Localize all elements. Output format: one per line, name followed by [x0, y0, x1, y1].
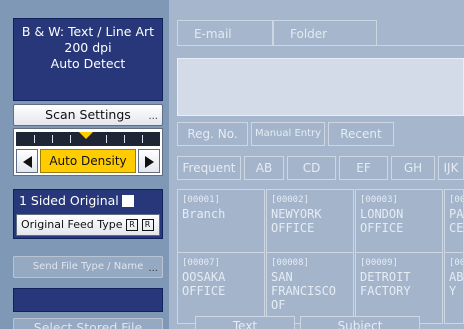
- scan-status-box: B & W: Text / Line Art 200 dpi Auto Dete…: [13, 18, 163, 101]
- more-icon: ...: [148, 263, 158, 274]
- destination-field[interactable]: [177, 58, 464, 116]
- tab-email[interactable]: E-mail: [177, 20, 273, 46]
- left-settings-column: B & W: Text / Line Art 200 dpi Auto Dete…: [0, 0, 170, 329]
- destination-number: [00007]: [182, 258, 220, 268]
- destination-tile[interactable]: [00002] NEWYORK OFFICE: [266, 189, 354, 261]
- destination-number: [00008]: [271, 258, 309, 268]
- density-marker-icon: [79, 132, 93, 139]
- one-sided-label: 1 Sided Original: [19, 193, 119, 208]
- destination-tile[interactable]: [00009] DETROIT FACTORY: [355, 252, 443, 324]
- destination-number: [00002]: [271, 195, 309, 205]
- index-tab-frequent[interactable]: Frequent: [177, 156, 241, 180]
- original-panel: 1 Sided Original Original Feed Type R R: [13, 189, 163, 239]
- density-lighter-button[interactable]: [16, 149, 38, 173]
- density-darker-button[interactable]: [138, 149, 160, 173]
- status-color-mode: B & W: Text / Line Art: [21, 24, 155, 39]
- destination-name: NEWYORK OFFICE: [271, 207, 322, 235]
- scan-settings-button[interactable]: Scan Settings ...: [13, 104, 163, 126]
- destination-number: [00001]: [182, 195, 220, 205]
- destination-tile[interactable]: [00004] PARIS CE: [444, 189, 464, 261]
- destination-name: Branch: [182, 207, 226, 221]
- index-tab-gh[interactable]: GH: [391, 156, 435, 180]
- destination-number: [000: [449, 258, 463, 268]
- one-sided-original-button[interactable]: 1 Sided Original: [14, 190, 164, 212]
- destination-name: DETROIT FACTORY: [360, 270, 411, 298]
- destination-tile[interactable]: [000 AB Y: [444, 252, 464, 324]
- destination-tile[interactable]: [00001] Branch: [177, 189, 265, 261]
- density-panel: Auto Density: [13, 128, 163, 176]
- send-file-type-button[interactable]: Send File Type / Name ...: [13, 256, 163, 278]
- text-button[interactable]: Text: [195, 316, 295, 329]
- destination-tile[interactable]: [00007] OOSAKA OFFICE: [177, 252, 265, 324]
- tab-divider: [177, 45, 464, 46]
- destination-number: [00009]: [360, 258, 398, 268]
- message-bar: [13, 288, 163, 312]
- more-icon: ...: [148, 111, 158, 122]
- index-tab-ijk[interactable]: IJK: [438, 156, 464, 180]
- manual-entry-button[interactable]: Manual Entry: [251, 122, 325, 146]
- scan-settings-label: Scan Settings: [45, 107, 131, 122]
- index-tab-cd[interactable]: CD: [287, 156, 336, 180]
- destination-number: [00003]: [360, 195, 398, 205]
- tab-folder[interactable]: Folder: [273, 20, 377, 46]
- density-scale[interactable]: [16, 132, 160, 146]
- select-stored-file-button[interactable]: Select Stored File: [13, 318, 163, 329]
- destination-tile[interactable]: [00008] SAN FRANCISCO OF: [266, 252, 354, 324]
- destination-name: AB Y: [449, 270, 464, 298]
- destination-name: SAN FRANCISCO OF: [271, 270, 337, 312]
- orientation-r-rotated-icon: R: [141, 219, 154, 231]
- subject-button[interactable]: Subject: [300, 316, 420, 329]
- reg-no-button[interactable]: Reg. No.: [177, 122, 248, 146]
- destination-name: OOSAKA OFFICE: [182, 270, 226, 298]
- index-tab-ab[interactable]: AB: [244, 156, 284, 180]
- status-resolution: 200 dpi: [64, 40, 112, 55]
- status-size: Auto Detect: [50, 56, 126, 71]
- select-stored-file-label: Select Stored File: [33, 320, 143, 329]
- index-tab-ef[interactable]: EF: [339, 156, 388, 180]
- destination-tile[interactable]: [00003] LONDON OFFICE: [355, 189, 443, 261]
- original-orientation-icon: [122, 195, 134, 207]
- send-file-type-label: Send File Type / Name: [32, 261, 144, 272]
- original-feed-type-button[interactable]: Original Feed Type R R: [16, 214, 160, 236]
- orientation-r-icon: R: [126, 219, 139, 231]
- destination-name: PARIS CE: [449, 207, 464, 235]
- destination-name: LONDON OFFICE: [360, 207, 404, 235]
- destination-number: [00004]: [449, 195, 464, 205]
- auto-density-button[interactable]: Auto Density: [40, 149, 136, 173]
- recent-button[interactable]: Recent: [328, 122, 394, 146]
- feed-type-label: Original Feed Type: [21, 218, 123, 231]
